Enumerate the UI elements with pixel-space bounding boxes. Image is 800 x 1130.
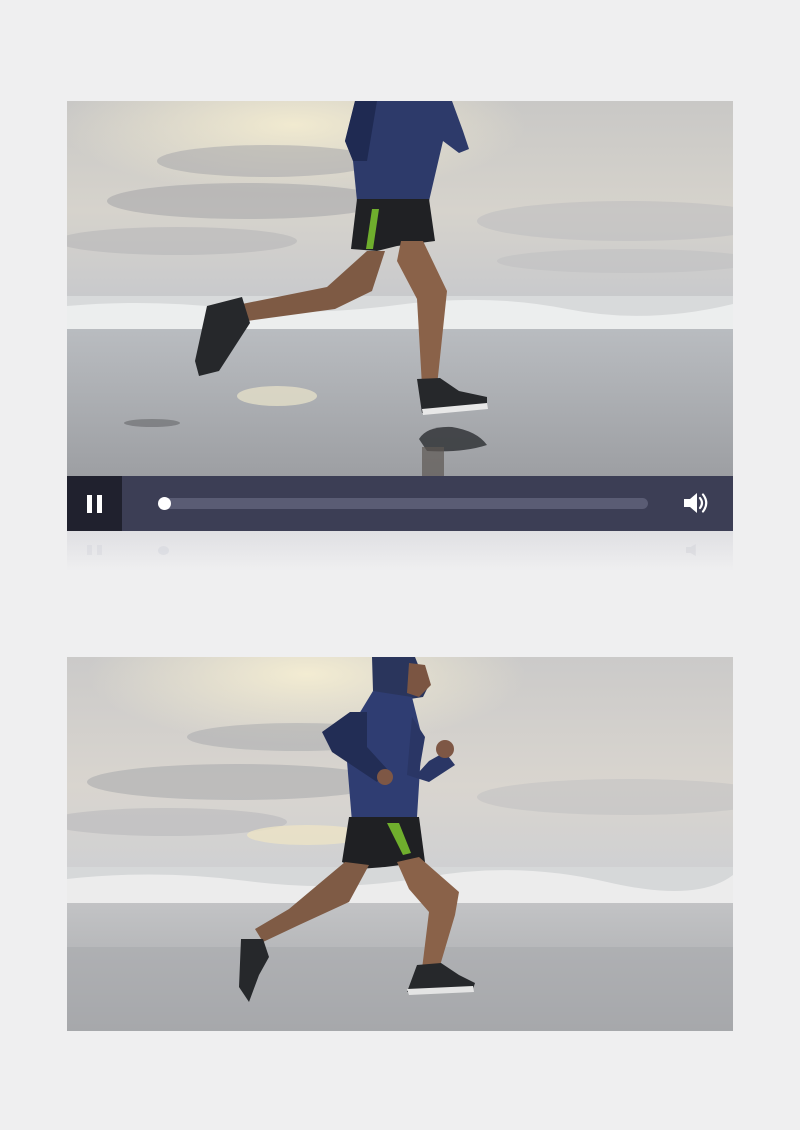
pause-icon	[87, 494, 92, 513]
controls-reflection	[67, 531, 733, 571]
video-frame-bottom	[67, 657, 733, 1031]
progress-bar[interactable]	[158, 497, 648, 510]
pause-button[interactable]	[67, 476, 122, 531]
beach-runner-full-image	[67, 657, 733, 1031]
video-controls	[67, 476, 733, 531]
progress-knob[interactable]	[158, 497, 171, 510]
video-frame-top[interactable]	[67, 101, 733, 476]
speaker-icon[interactable]	[683, 491, 709, 515]
beach-runner-image	[67, 101, 733, 476]
